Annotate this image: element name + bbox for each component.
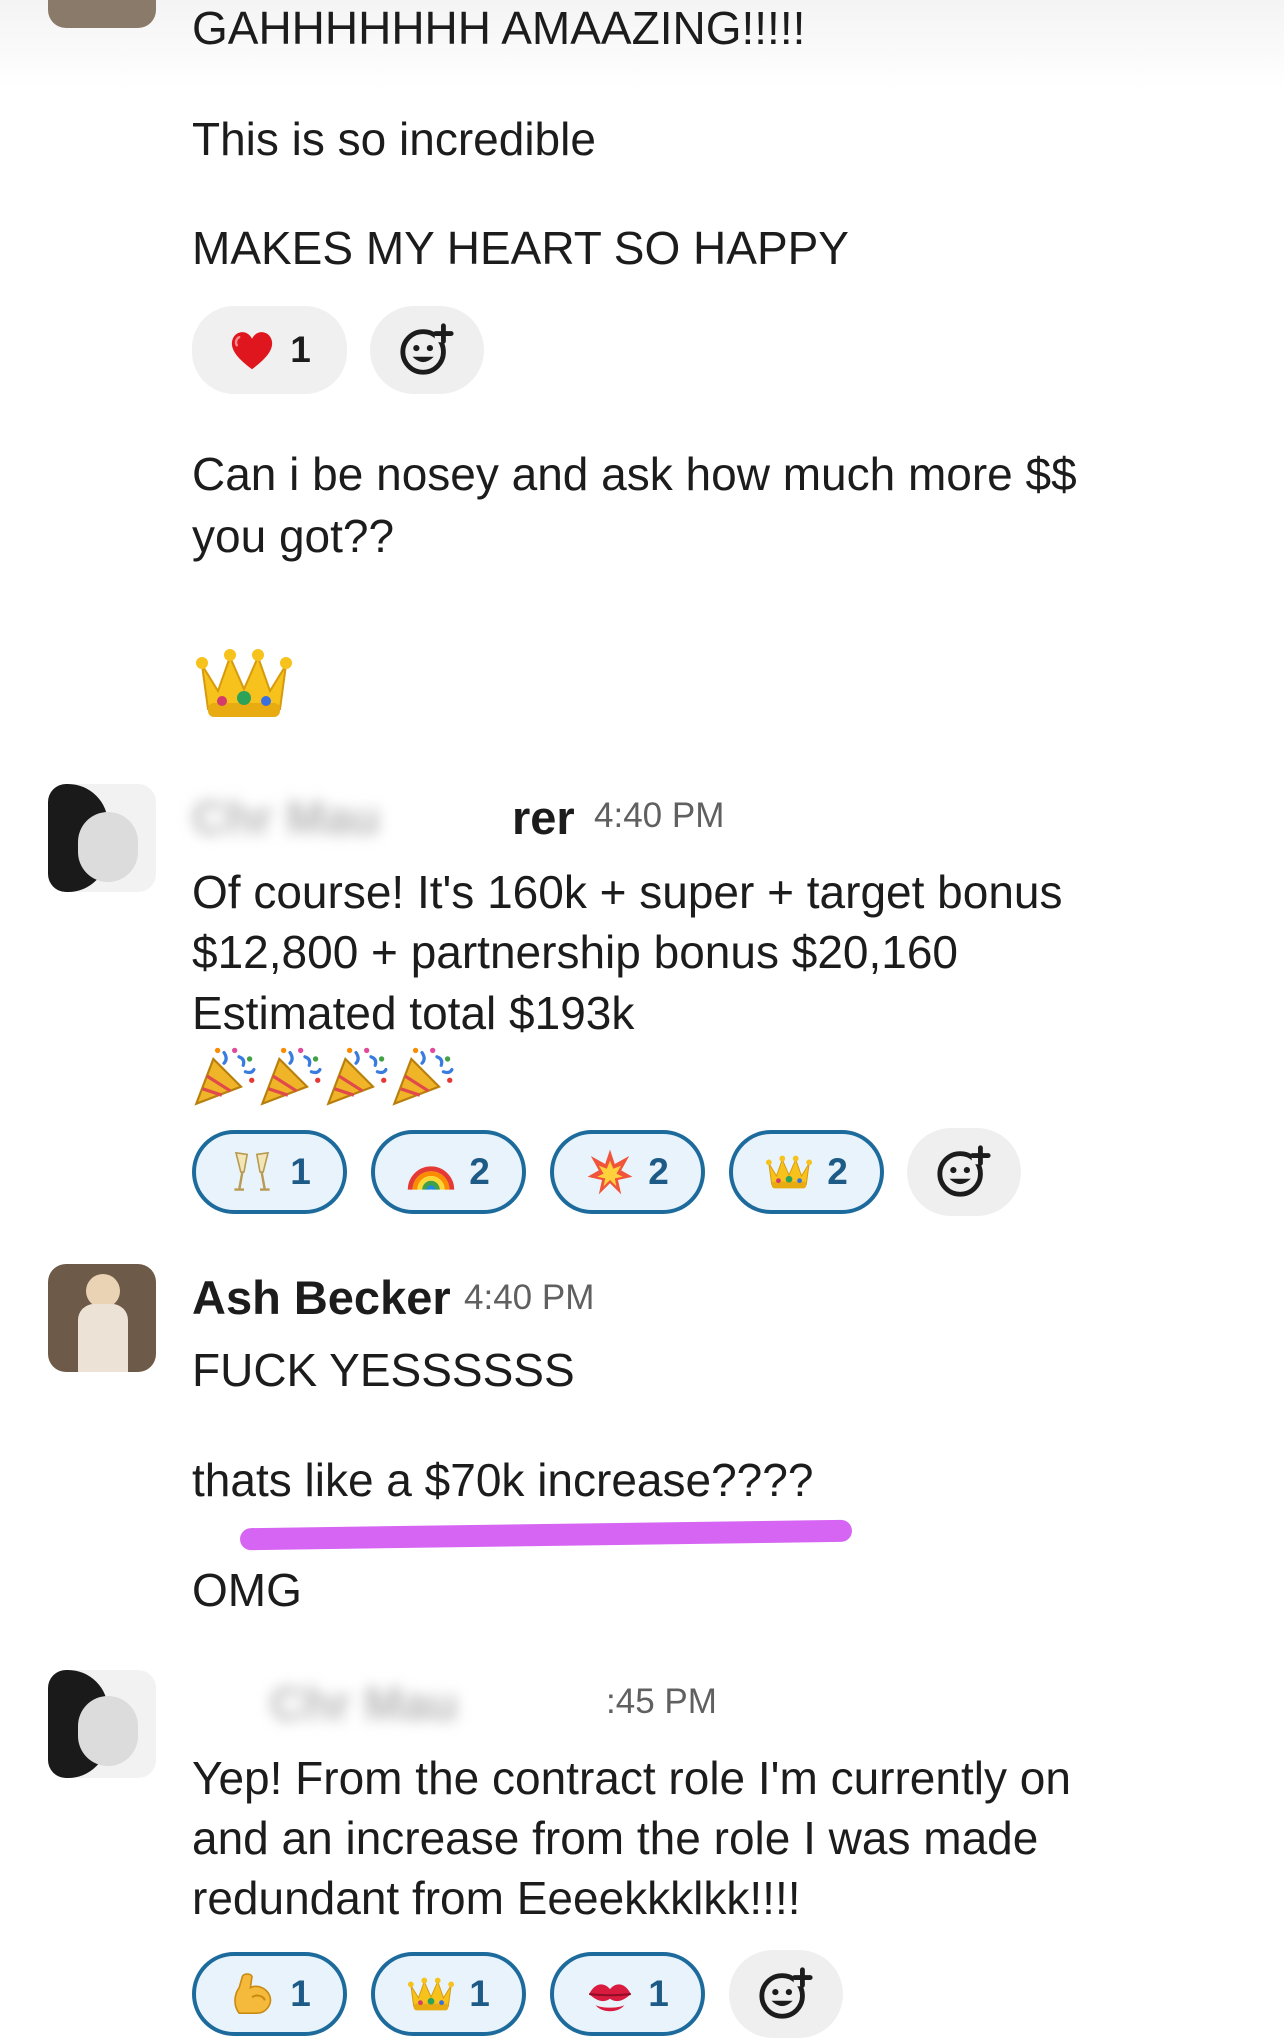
reaction-count: 1 <box>469 1973 490 2014</box>
champagne-glasses-icon <box>228 1148 276 1196</box>
party-popper-icon <box>390 1044 454 1108</box>
author-name-redacted[interactable]: Chr Mau <box>192 790 380 845</box>
boom-icon <box>586 1148 634 1196</box>
crown-icon <box>194 640 294 726</box>
rainbow-icon <box>407 1148 455 1196</box>
crown-icon <box>407 1970 455 2018</box>
heart-icon <box>228 326 276 374</box>
timestamp[interactable]: 4:40 PM <box>464 1278 594 1318</box>
message-text: Can i be nosey and ask how much more $$ <box>192 448 1077 500</box>
add-reaction-button[interactable] <box>370 306 484 394</box>
party-popper-icon <box>258 1044 322 1108</box>
reaction-champagne[interactable]: 1 <box>192 1130 347 1214</box>
avatar[interactable] <box>48 1264 156 1372</box>
message-text: you got?? <box>192 510 395 562</box>
timestamp[interactable]: :45 PM <box>606 1682 717 1722</box>
add-reaction-icon <box>757 1965 815 2023</box>
message-text: redundant from Eeeekkklkk!!!! <box>192 1872 801 1924</box>
message-text: This is so incredible <box>192 113 596 165</box>
message-text: FUCK YESSSSSS <box>192 1344 575 1396</box>
avatar[interactable] <box>48 784 156 892</box>
add-reaction-button[interactable] <box>729 1950 843 2038</box>
message-text: GAHHHHHHH AMAAZING!!!!! <box>192 2 806 54</box>
reaction-count: 1 <box>290 1151 311 1192</box>
reaction-crown[interactable]: 1 <box>371 1952 526 2036</box>
reaction-count: 2 <box>648 1151 669 1192</box>
party-popper-icon <box>324 1044 388 1108</box>
timestamp[interactable]: 4:40 PM <box>594 796 724 836</box>
kiss-mark-icon <box>586 1970 634 2018</box>
reaction-heart[interactable]: 1 <box>192 306 347 394</box>
add-reaction-icon <box>935 1143 993 1201</box>
message-text: Yep! From the contract role I'm currentl… <box>192 1752 1071 1804</box>
reaction-crown[interactable]: 2 <box>729 1130 884 1214</box>
flexed-biceps-icon <box>228 1970 276 2018</box>
author-name-redacted[interactable]: Chr Mau <box>270 1676 458 1731</box>
avatar-partial[interactable] <box>48 0 156 28</box>
reaction-biceps[interactable]: 1 <box>192 1952 347 2036</box>
reaction-boom[interactable]: 2 <box>550 1130 705 1214</box>
author-name-partial[interactable]: rer <box>512 790 575 845</box>
reaction-count: 1 <box>290 1973 311 2014</box>
message-text: thats like a $70k increase???? <box>192 1454 814 1506</box>
reaction-count: 1 <box>648 1973 669 2014</box>
message-text: and an increase from the role I was made <box>192 1812 1039 1864</box>
reaction-count: 2 <box>469 1151 490 1192</box>
reaction-rainbow[interactable]: 2 <box>371 1130 526 1214</box>
crown-icon <box>765 1148 813 1196</box>
reaction-count: 1 <box>290 329 311 370</box>
add-reaction-icon <box>398 321 456 379</box>
message-text: MAKES MY HEART SO HAPPY <box>192 222 849 274</box>
add-reaction-button[interactable] <box>907 1128 1021 1216</box>
message-text: $12,800 + partnership bonus $20,160 <box>192 926 959 978</box>
avatar[interactable] <box>48 1670 156 1778</box>
highlight-underline <box>239 1519 853 1551</box>
reaction-kiss[interactable]: 1 <box>550 1952 705 2036</box>
message-text: Of course! It's 160k + super + target bo… <box>192 866 1063 918</box>
message-text: OMG <box>192 1564 302 1616</box>
author-name[interactable]: Ash Becker <box>192 1270 451 1325</box>
message-text: Estimated total $193k <box>192 987 635 1039</box>
party-popper-icon <box>192 1044 256 1108</box>
reaction-count: 2 <box>827 1151 848 1192</box>
